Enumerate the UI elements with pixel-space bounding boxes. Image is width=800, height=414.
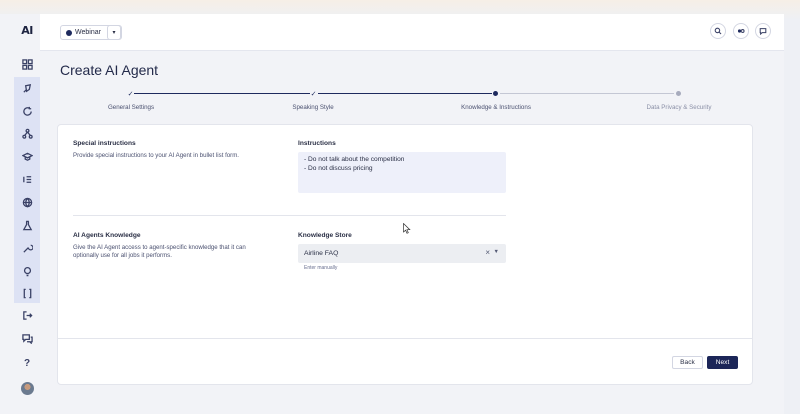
toggle-icon[interactable] bbox=[733, 23, 749, 39]
chat-icon[interactable] bbox=[755, 23, 771, 39]
stepper: ✓ ✓ General Settings Speaking Style Know… bbox=[60, 88, 760, 116]
workspace-chevron-down-icon[interactable]: ▾ bbox=[107, 25, 121, 40]
special-instructions-title: Special instructions bbox=[73, 140, 136, 147]
step-current-dot bbox=[491, 89, 500, 98]
knowledge-store-select[interactable]: Airline FAQ × ▼ bbox=[298, 244, 506, 263]
knowledge-store-value: Airline FAQ bbox=[304, 250, 339, 257]
step-connector bbox=[134, 93, 310, 94]
code-bracket-icon[interactable] bbox=[14, 282, 40, 304]
clear-icon[interactable]: × bbox=[485, 248, 490, 257]
instructions-label: Instructions bbox=[298, 140, 336, 147]
knowledge-description-line2: optionally use for all jobs it performs. bbox=[73, 252, 172, 259]
logout-icon[interactable] bbox=[14, 304, 40, 326]
form-card: Special instructions Provide special ins… bbox=[57, 124, 753, 385]
network-icon[interactable] bbox=[14, 122, 40, 144]
knowledge-description-line1: Give the AI Agent access to agent-specif… bbox=[73, 244, 246, 251]
workspace-label: Webinar bbox=[75, 29, 101, 36]
sidebar: AI ? bbox=[14, 14, 40, 414]
avatar[interactable] bbox=[21, 382, 34, 395]
step-label-general-settings[interactable]: General Settings bbox=[108, 104, 154, 111]
flask-icon[interactable] bbox=[14, 214, 40, 236]
rocket-icon[interactable] bbox=[14, 77, 40, 99]
messages-icon[interactable] bbox=[14, 327, 40, 349]
top-bar: Webinar ▾ bbox=[40, 14, 784, 51]
app-logo[interactable]: AI bbox=[14, 24, 40, 40]
step-check-icon: ✓ bbox=[310, 90, 317, 98]
lightbulb-icon[interactable] bbox=[14, 260, 40, 282]
step-connector bbox=[318, 93, 492, 94]
enter-manually-link[interactable]: Enter manually bbox=[304, 265, 337, 271]
step-connector bbox=[500, 93, 674, 94]
section-divider bbox=[73, 215, 506, 216]
workspace-dot-icon bbox=[66, 29, 72, 36]
graduation-cap-icon[interactable] bbox=[14, 145, 40, 167]
search-icon[interactable] bbox=[710, 23, 726, 39]
knowledge-title: AI Agents Knowledge bbox=[73, 232, 141, 239]
instructions-textarea[interactable]: - Do not talk about the competition - Do… bbox=[298, 152, 506, 193]
help-icon[interactable]: ? bbox=[14, 352, 40, 374]
tools-icon[interactable] bbox=[14, 237, 40, 259]
step-check-icon: ✓ bbox=[127, 90, 134, 98]
mouse-cursor-icon bbox=[403, 223, 411, 234]
back-button[interactable]: Back bbox=[672, 356, 703, 369]
instruction-line: - Do not discuss pricing bbox=[304, 164, 373, 172]
knowledge-store-label: Knowledge Store bbox=[298, 232, 352, 239]
step-label-data-privacy[interactable]: Data Privacy & Security bbox=[647, 104, 712, 111]
step-upcoming-dot bbox=[674, 89, 683, 98]
step-label-speaking-style[interactable]: Speaking Style bbox=[292, 104, 333, 111]
instruction-line: - Do not talk about the competition bbox=[304, 156, 405, 163]
refresh-icon[interactable] bbox=[14, 100, 40, 122]
globe-icon[interactable] bbox=[14, 191, 40, 213]
special-instructions-description: Provide special instructions to your AI … bbox=[73, 152, 239, 159]
page-title: Create AI Agent bbox=[60, 62, 159, 78]
next-button[interactable]: Next bbox=[707, 356, 738, 369]
dashboard-icon[interactable] bbox=[14, 53, 40, 75]
list-icon[interactable] bbox=[14, 168, 40, 190]
footer-divider bbox=[58, 338, 752, 339]
chevron-down-icon[interactable]: ▼ bbox=[494, 249, 499, 255]
step-label-knowledge-instructions[interactable]: Knowledge & Instructions bbox=[461, 104, 531, 111]
